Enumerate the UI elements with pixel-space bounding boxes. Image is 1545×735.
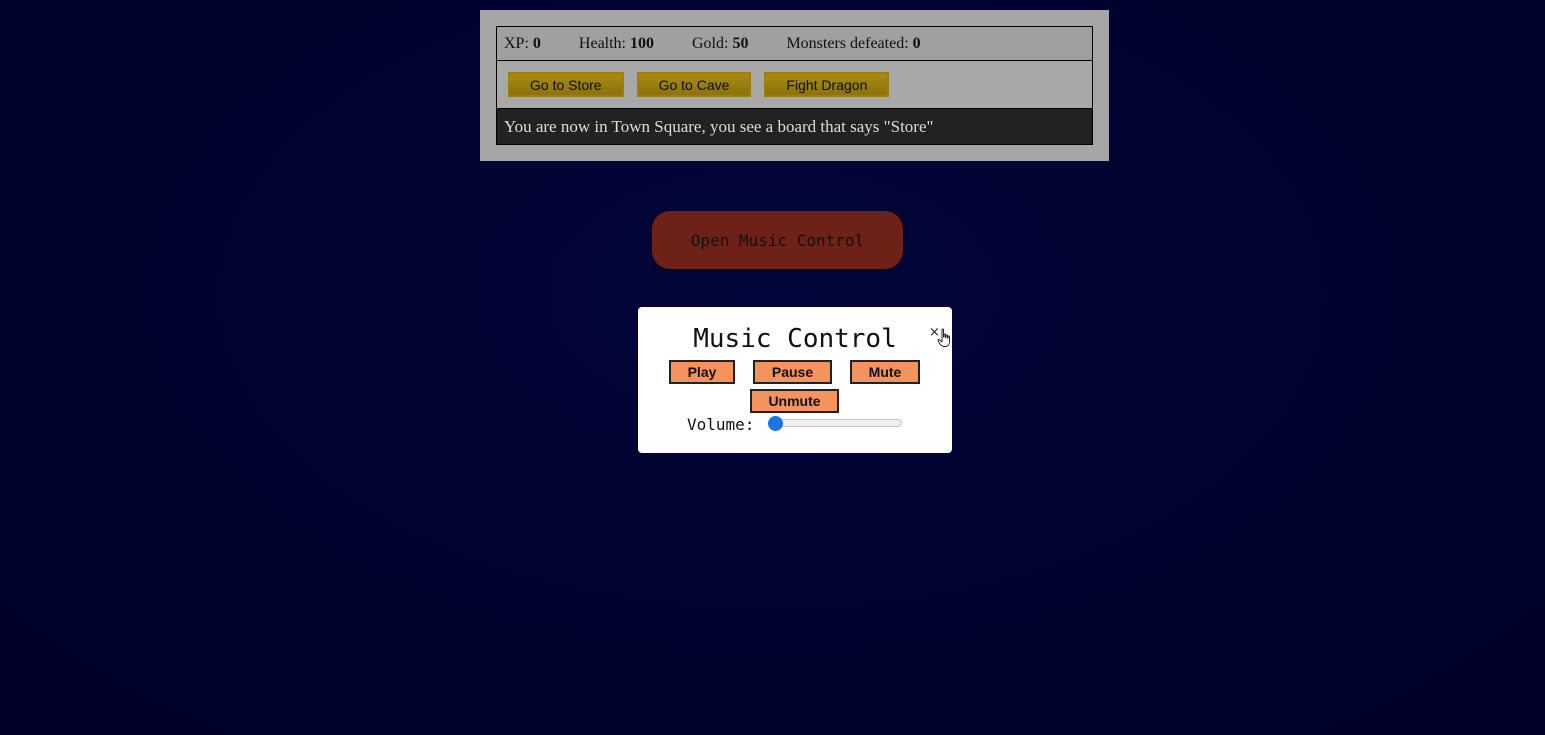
music-control-title: Music Control xyxy=(693,324,897,354)
go-to-store-button[interactable]: Go to Store xyxy=(508,72,624,97)
fight-dragon-button[interactable]: Fight Dragon xyxy=(764,72,890,97)
unmute-button[interactable]: Unmute xyxy=(750,389,839,413)
volume-label: Volume: xyxy=(687,415,755,434)
xp-value: 0 xyxy=(532,34,541,52)
go-to-cave-button[interactable]: Go to Cave xyxy=(636,72,752,97)
game-panel: XP: 0 Health: 100 Gold: 50 Monsters defe… xyxy=(496,26,1093,145)
health-value: 100 xyxy=(630,34,654,52)
volume-slider-track[interactable] xyxy=(771,419,902,427)
hand-cursor-icon xyxy=(937,328,950,347)
monsters-stat: Monsters defeated: 0 xyxy=(786,35,920,53)
music-control-modal: Music Control × Play Pause Mute Unmute V… xyxy=(638,307,952,453)
volume-slider-thumb[interactable] xyxy=(768,416,783,431)
gold-stat: Gold: 50 xyxy=(692,35,748,53)
play-button[interactable]: Play xyxy=(669,360,735,384)
open-music-control-button[interactable]: Open Music Control xyxy=(652,211,903,269)
xp-label: XP: xyxy=(504,34,529,52)
mute-button[interactable]: Mute xyxy=(850,360,920,384)
monsters-value: 0 xyxy=(912,34,921,52)
health-stat: Health: 100 xyxy=(579,35,654,53)
stats-bar: XP: 0 Health: 100 Gold: 50 Monsters defe… xyxy=(497,27,1092,61)
game-container: XP: 0 Health: 100 Gold: 50 Monsters defe… xyxy=(480,10,1109,161)
gold-value: 50 xyxy=(732,34,749,52)
game-text: You are now in Town Square, you see a bo… xyxy=(497,109,1092,144)
pause-button[interactable]: Pause xyxy=(753,360,832,384)
gold-label: Gold: xyxy=(692,34,729,52)
monsters-label: Monsters defeated: xyxy=(786,34,909,52)
health-label: Health: xyxy=(578,34,626,52)
controls-bar: Go to Store Go to Cave Fight Dragon xyxy=(497,61,1092,109)
xp-stat: XP: 0 xyxy=(504,35,541,53)
